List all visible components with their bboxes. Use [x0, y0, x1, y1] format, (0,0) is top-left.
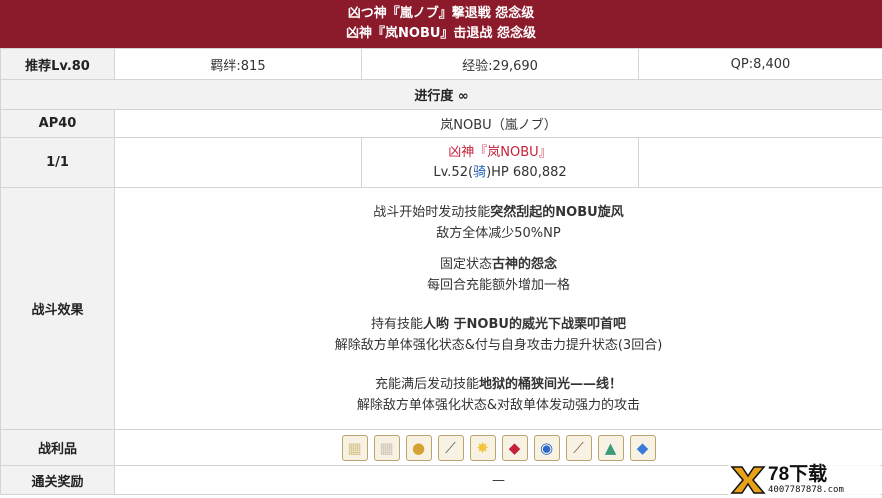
quest-table: 推荐Lv.80 羁绊:815 经验:29,690 QP:8,400 进行度 ∞ … [0, 48, 882, 495]
effect-1-title: 战斗开始时发动技能突然刮起的NOBU旋风 [373, 204, 624, 220]
wave-label: 1/1 [0, 137, 115, 188]
loot-list: ▦ ▦ ● ⟋ ✸ ◆ ◉ ⟋ ▲ ◆ [115, 434, 882, 461]
watermark: 78下载 4007787878.com [728, 462, 880, 498]
wave-row: 1/1 凶神『岚NOBU』 Lv.52(骑)HP 680,882 [0, 137, 882, 188]
horn-icon[interactable]: ⟋ [437, 434, 464, 461]
effect-4-desc: 解除敌方单体强化状态&对敌单体发动强力的攻击 [356, 397, 641, 413]
quest-title-cn: 凶神『岚NOBU』击退战 怨念级 [346, 26, 536, 41]
star-icon[interactable]: ✸ [469, 434, 496, 461]
effect-3-title: 持有技能人哟 于NOBU的威光下战栗叩首吧 [371, 316, 626, 332]
effect-2-desc: 每回合充能额外增加一格 [426, 277, 570, 293]
crystal-icon[interactable]: ◆ [629, 434, 656, 461]
blue-orb-icon[interactable]: ◉ [533, 434, 560, 461]
loot-row: 战利品 ▦ ▦ ● ⟋ ✸ ◆ ◉ ⟋ ▲ ◆ [0, 429, 882, 466]
card-icon[interactable]: ▦ [341, 434, 368, 461]
progress-row: 进行度 ∞ [0, 79, 882, 110]
watermark-brand: 78下载 [768, 464, 828, 485]
ap-label: AP40 [0, 109, 115, 138]
claw-icon[interactable]: ⟋ [565, 434, 592, 461]
enemy-level: Lv.52( [433, 164, 474, 180]
effect-3-desc: 解除敌方单体强化状态&付与自身攻击力提升状态(3回合) [334, 337, 663, 353]
effects-cell: 战斗开始时发动技能突然刮起的NOBU旋风 敌方全体减少50%NP 固定状态古神的… [114, 187, 882, 430]
wave-empty-right [638, 137, 882, 188]
quest-title-jp: 凶つ神『嵐ノブ』撃退戦 怨念级 [347, 6, 535, 21]
quest-info-page: 凶つ神『嵐ノブ』撃退戦 怨念级 凶神『岚NOBU』击退战 怨念级 推荐Lv.80… [0, 0, 882, 498]
enemy-name: 岚NOBU（嵐ノブ） [114, 109, 882, 138]
bell-icon[interactable]: ▲ [597, 434, 624, 461]
effects-label: 战斗效果 [0, 187, 115, 430]
effect-2-title: 固定状态古神的怨念 [439, 256, 558, 272]
loot-cell: ▦ ▦ ● ⟋ ✸ ◆ ◉ ⟋ ▲ ◆ [114, 429, 882, 466]
loot-label: 战利品 [0, 429, 115, 466]
effects-row: 战斗效果 战斗开始时发动技能突然刮起的NOBU旋风 敌方全体减少50%NP 固定… [0, 187, 882, 430]
enemy-class-link[interactable]: 骑 [473, 165, 486, 180]
ruby-icon[interactable]: ◆ [501, 434, 528, 461]
clear-reward-label: 通关奖励 [0, 465, 115, 495]
enemy-title[interactable]: 凶神『岚NOBU』 [362, 143, 638, 163]
x-logo-icon [728, 463, 768, 497]
wave-empty-left [114, 137, 362, 188]
exp-value: 经验:29,690 [361, 48, 639, 80]
watermark-url: 4007787878.com [768, 485, 844, 495]
card-icon[interactable]: ▦ [373, 434, 400, 461]
quest-header: 凶つ神『嵐ノブ』撃退戦 怨念级 凶神『岚NOBU』击退战 怨念级 [0, 0, 882, 48]
enemy-cell: 凶神『岚NOBU』 Lv.52(骑)HP 680,882 [361, 137, 639, 188]
progress-label: 进行度 ∞ [0, 79, 882, 110]
bond-value: 羁绊:815 [114, 48, 362, 80]
effect-4-title: 充能满后发动技能地狱的桶狭间光——线！ [374, 376, 623, 392]
effect-1-desc: 敌方全体减少50%NP [436, 225, 561, 241]
recommend-row: 推荐Lv.80 羁绊:815 经验:29,690 QP:8,400 [0, 48, 882, 80]
ap-row: AP40 岚NOBU（嵐ノブ） [0, 109, 882, 138]
recommend-level-label: 推荐Lv.80 [0, 48, 115, 80]
egg-icon[interactable]: ● [405, 434, 432, 461]
enemy-stats: Lv.52(骑)HP 680,882 [362, 163, 638, 183]
enemy-hp: )HP 680,882 [486, 164, 567, 180]
qp-value: QP:8,400 [638, 48, 882, 80]
